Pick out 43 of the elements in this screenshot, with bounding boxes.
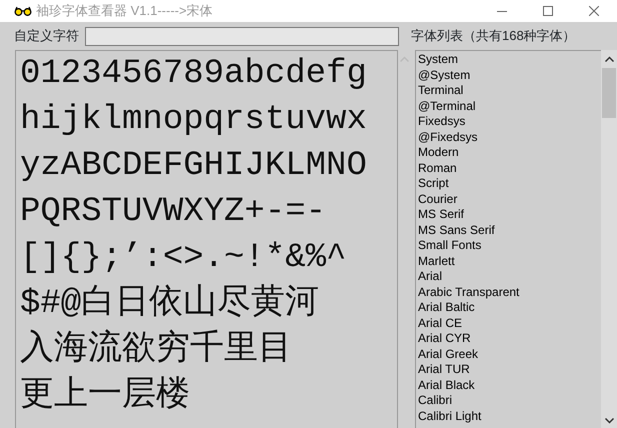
font-list-item[interactable]: Small Fonts [418, 238, 601, 254]
font-list-item[interactable]: Terminal [418, 83, 601, 98]
font-list-item[interactable]: System [418, 52, 601, 68]
scrollbar[interactable] [601, 50, 617, 428]
preview-text-line: 入海流欲穷千里目 [20, 328, 293, 371]
scroll-up-icon[interactable] [605, 56, 614, 62]
preview-text-line: 更上一层楼 [20, 375, 191, 417]
font-list-item[interactable]: @Fixedsys [418, 130, 601, 145]
window-title: 袖珍字体查看器 V1.1----->宋体 [36, 2, 213, 20]
font-list-item[interactable]: Courier [418, 192, 601, 207]
glasses-icon [14, 6, 32, 16]
preview-text-line: $#@白日依山尽黄河 [20, 283, 320, 325]
font-list-item[interactable]: Arial Baltic [418, 300, 601, 316]
field-label: 自定义字符 [14, 27, 79, 46]
font-list-item[interactable]: Arial Greek [418, 346, 601, 362]
font-list-item[interactable]: Roman [418, 160, 601, 176]
font-list-item[interactable]: MS Serif [418, 207, 601, 222]
font-list-item[interactable]: @System [418, 68, 601, 83]
maximize-icon[interactable] [543, 6, 553, 16]
font-list-item[interactable]: Arial CYR [418, 331, 601, 346]
preview-text-line: hijklmnopqrstuvwx [20, 100, 368, 141]
font-list-item[interactable]: Fixedsys [418, 114, 601, 130]
preview-text-line: []{};’:<>.~!*&%^ [20, 238, 348, 279]
preview-text-line: 0123456789abcdefg [20, 54, 368, 95]
font-list-heading: 字体列表（共有168种字体） [411, 27, 576, 46]
font-list-item[interactable]: Calibri [418, 393, 601, 408]
scroll-down-icon[interactable] [605, 418, 614, 424]
font-list-item[interactable]: Arial Black [418, 378, 601, 393]
font-list-item[interactable]: MS Sans Serif [418, 222, 601, 238]
close-icon[interactable] [589, 6, 599, 16]
font-list-item[interactable]: Arial [418, 269, 601, 284]
scroll-thumb[interactable] [602, 68, 616, 118]
preview-text-line: yzABCDEFGHIJKLMNO [20, 146, 368, 187]
font-list-item[interactable]: Modern [418, 145, 601, 160]
font-list-item[interactable]: Script [418, 176, 601, 192]
font-list-item[interactable]: Arabic Transparent [418, 284, 601, 300]
font-list-item[interactable]: Calibri Light [418, 408, 601, 424]
custom-characters-field[interactable] [85, 26, 399, 46]
font-list-item[interactable]: Arial CE [418, 316, 601, 331]
font-list-item[interactable]: Arial TUR [418, 362, 601, 378]
preview-text-line: PQRSTUVWXYZ+-=- [20, 192, 328, 233]
font-list-item[interactable]: @Terminal [418, 98, 601, 114]
font-list-item[interactable]: Marlett [418, 254, 601, 269]
